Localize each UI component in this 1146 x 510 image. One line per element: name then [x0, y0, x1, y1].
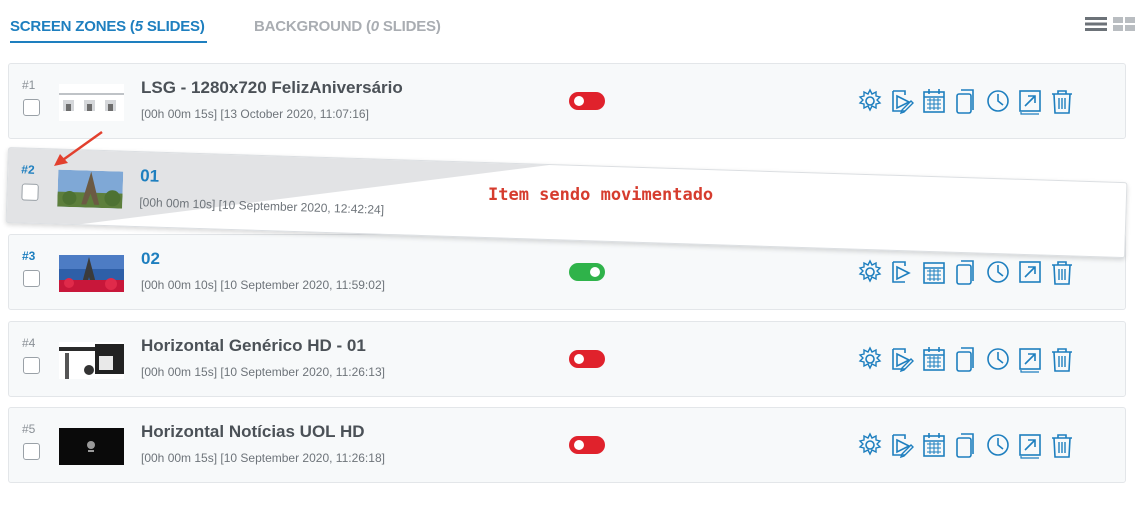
duplicate-icon[interactable] [953, 430, 979, 460]
schedule-icon[interactable] [921, 430, 947, 460]
tab-background[interactable]: BACKGROUND (0 SLIDES) [254, 18, 441, 35]
clock-icon[interactable] [985, 257, 1011, 287]
schedule-icon[interactable] [921, 86, 947, 116]
open-external-icon[interactable] [1017, 257, 1043, 287]
duplicate-icon[interactable] [953, 344, 979, 374]
slide-meta: [00h 00m 15s] [13 October 2020, 11:07:16… [141, 107, 369, 121]
settings-icon[interactable] [857, 86, 883, 116]
open-external-icon[interactable] [1017, 430, 1043, 460]
slide-enable-toggle[interactable] [569, 263, 605, 281]
grid-view-icon[interactable] [1113, 16, 1135, 32]
open-external-icon[interactable] [1017, 86, 1043, 116]
slide-title[interactable]: Horizontal Genérico HD - 01 [141, 336, 366, 356]
slide-checkbox[interactable] [23, 99, 40, 116]
slide-enable-toggle[interactable] [569, 92, 605, 110]
trash-icon[interactable] [1049, 86, 1075, 116]
slide-index: #2 [21, 162, 35, 177]
clock-icon[interactable] [985, 86, 1011, 116]
settings-icon[interactable] [857, 430, 883, 460]
edit-icon[interactable] [889, 344, 915, 374]
toggle-knob [590, 267, 600, 277]
tab-background-prefix: BACKGROUND ( [254, 18, 371, 35]
open-external-icon[interactable] [1017, 344, 1043, 374]
slide-meta: [00h 00m 15s] [10 September 2020, 11:26:… [141, 451, 385, 465]
slide-title[interactable]: 02 [141, 249, 160, 269]
clock-icon[interactable] [985, 344, 1011, 374]
trash-icon[interactable] [1049, 344, 1075, 374]
settings-icon[interactable] [857, 257, 883, 287]
trash-icon[interactable] [1049, 430, 1075, 460]
slide-checkbox[interactable] [23, 270, 40, 287]
slide-title[interactable]: LSG - 1280x720 FelizAniversário [141, 78, 403, 98]
slide-meta: [00h 00m 15s] [10 September 2020, 11:26:… [141, 365, 385, 379]
slide-row[interactable]: #1 LSG - 1280x720 FelizAniversário [00h … [8, 63, 1126, 139]
tab-background-suffix: SLIDES) [378, 18, 441, 35]
slide-thumbnail[interactable] [59, 84, 124, 121]
slide-index: #1 [22, 78, 36, 92]
view-toggle [1085, 16, 1135, 32]
slide-enable-toggle[interactable] [569, 350, 605, 368]
slide-thumbnail[interactable] [59, 428, 124, 465]
schedule-icon[interactable] [921, 257, 947, 287]
annotation-label: Item sendo movimentado [488, 185, 714, 205]
duplicate-icon[interactable] [953, 86, 979, 116]
clock-icon[interactable] [985, 430, 1011, 460]
slide-meta: [00h 00m 10s] [10 September 2020, 11:59:… [141, 278, 385, 292]
tab-screen-zones-count: 5 [134, 18, 143, 35]
toggle-knob [574, 96, 584, 106]
edit-icon[interactable] [889, 257, 915, 287]
tab-screen-zones-suffix: SLIDES) [142, 18, 205, 35]
toggle-knob [574, 354, 584, 364]
slide-index: #3 [22, 249, 36, 263]
tab-screen-zones[interactable]: SCREEN ZONES (5 SLIDES) [10, 18, 207, 43]
toggle-knob [574, 440, 584, 450]
edit-icon[interactable] [889, 86, 915, 116]
slide-row[interactable]: #5 Horizontal Notícias UOL HD [00h 00m 1… [8, 407, 1126, 483]
settings-icon[interactable] [857, 344, 883, 374]
slide-row[interactable]: #4 Horizontal Genérico HD - 01 [00h 00m … [8, 321, 1126, 397]
slide-thumbnail[interactable] [59, 342, 124, 379]
edit-icon[interactable] [889, 430, 915, 460]
slide-enable-toggle[interactable] [569, 436, 605, 454]
slide-title[interactable]: 01 [140, 166, 160, 187]
trash-icon[interactable] [1049, 257, 1075, 287]
slide-checkbox[interactable] [21, 183, 39, 201]
duplicate-icon[interactable] [953, 257, 979, 287]
schedule-icon[interactable] [921, 344, 947, 374]
slide-thumbnail[interactable] [59, 255, 124, 292]
annotation-arrow-icon [54, 130, 103, 166]
slide-thumbnail[interactable] [57, 169, 124, 209]
slide-checkbox[interactable] [23, 357, 40, 374]
slide-index: #4 [22, 336, 36, 350]
tab-background-count: 0 [370, 18, 379, 35]
list-view-icon[interactable] [1085, 16, 1107, 32]
tab-screen-zones-prefix: SCREEN ZONES ( [10, 18, 135, 35]
slide-checkbox[interactable] [23, 443, 40, 460]
slide-title[interactable]: Horizontal Notícias UOL HD [141, 422, 365, 442]
slide-index: #5 [22, 422, 36, 436]
slide-meta: [00h 00m 10s] [10 September 2020, 12:42:… [139, 195, 385, 217]
